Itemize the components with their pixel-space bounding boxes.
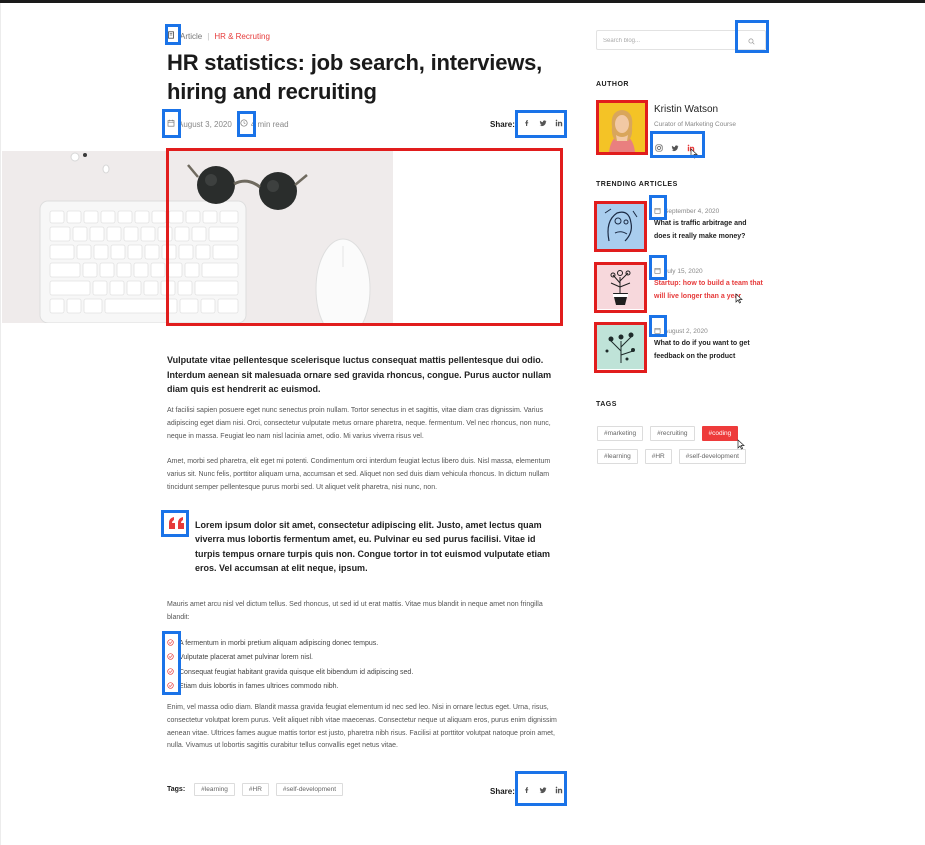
search-box xyxy=(596,30,766,50)
trending-title[interactable]: What to do if you want to get feedback o… xyxy=(654,338,764,363)
linkedin-icon[interactable] xyxy=(555,786,563,796)
window-top-bar xyxy=(0,0,925,3)
cursor-icon xyxy=(735,293,743,304)
list-item: A fermentum in morbi pretium aliquam adi… xyxy=(167,636,413,651)
article-date-text: August 3, 2020 xyxy=(178,119,232,129)
cursor-icon xyxy=(737,439,745,450)
calendar-icon xyxy=(167,119,175,129)
search-button[interactable] xyxy=(745,35,757,47)
tags-label: Tags: xyxy=(167,786,186,793)
calendar-icon xyxy=(654,327,661,336)
trending-date-text: July 15, 2020 xyxy=(664,268,703,275)
article-tags: Tags: #learning #HR #self-development xyxy=(167,783,344,796)
author-avatar[interactable] xyxy=(599,103,645,152)
instagram-icon[interactable] xyxy=(655,139,663,157)
author-heading: AUTHOR xyxy=(596,81,629,88)
article-meta: August 3, 2020 4 min read xyxy=(167,119,297,129)
trending-date: August 2, 2020 xyxy=(654,327,708,336)
tag-learning[interactable]: #learning xyxy=(194,783,235,796)
breadcrumb-type[interactable]: Article xyxy=(180,32,202,41)
trending-date-text: September 4, 2020 xyxy=(664,208,720,215)
facebook-icon[interactable] xyxy=(523,119,531,129)
search-icon xyxy=(748,32,755,50)
check-circle-icon xyxy=(167,682,174,691)
twitter-icon[interactable] xyxy=(671,139,679,157)
check-circle-icon xyxy=(167,653,174,662)
trending-thumbnail[interactable] xyxy=(597,263,644,309)
author-social-links xyxy=(655,139,695,157)
search-input[interactable] xyxy=(603,35,728,47)
list-item-text: A fermentum in morbi pretium aliquam adi… xyxy=(179,639,379,647)
cursor-icon xyxy=(690,148,698,159)
list-item: Etiam duis lobortis in fames ultrices co… xyxy=(167,680,413,695)
trending-thumbnail[interactable] xyxy=(597,203,644,249)
twitter-icon[interactable] xyxy=(539,786,547,796)
trending-thumbnail[interactable] xyxy=(597,323,644,369)
keyboard-illustration xyxy=(39,200,247,323)
tag-learning[interactable]: #learning xyxy=(597,449,638,464)
article-checklist: A fermentum in morbi pretium aliquam adi… xyxy=(167,636,413,694)
list-item-text: Vulputate placerat amet pulvinar lorem n… xyxy=(179,654,313,662)
calendar-icon xyxy=(654,267,661,276)
tag-hr[interactable]: #HR xyxy=(644,449,672,464)
article-icon xyxy=(167,31,175,41)
article-read-time: 4 min read xyxy=(240,119,289,129)
trending-date-text: August 2, 2020 xyxy=(664,328,708,335)
check-circle-icon xyxy=(167,639,174,648)
facebook-icon[interactable] xyxy=(523,786,531,796)
article-paragraph-3: Mauris amet arcu nisl vel dictum tellus.… xyxy=(167,601,543,621)
trending-title[interactable]: Startup: how to build a team that will l… xyxy=(654,278,764,303)
article-hero-image xyxy=(2,151,393,323)
breadcrumb-separator: | xyxy=(207,31,210,41)
quote-icon xyxy=(167,516,187,530)
page-left-border xyxy=(0,3,1,845)
article-paragraph-4: Enim, vel massa odio diam. Blandit massa… xyxy=(167,704,557,750)
article-paragraph-1: At facilisi sapien posuere eget nunc sen… xyxy=(167,407,551,440)
tag-coding[interactable]: #coding xyxy=(701,426,739,441)
article-lead: Vulputate vitae pellentesque scelerisque… xyxy=(167,355,552,394)
article-paragraph-2: Amet, morbi sed pharetra, elit eget mi p… xyxy=(167,458,551,491)
tag-hr[interactable]: #HR xyxy=(241,783,269,796)
author-role: Curator of Marketing Course xyxy=(654,121,737,128)
share-bar-top: Share: xyxy=(490,119,563,129)
article-title: HR statistics: job search, interviews, h… xyxy=(167,50,543,104)
tag-self-development[interactable]: #self-development xyxy=(275,783,344,796)
calendar-icon xyxy=(654,207,661,216)
tag-marketing[interactable]: #marketing xyxy=(597,426,644,441)
trending-title[interactable]: What is traffic arbitrage and does it re… xyxy=(654,218,764,243)
linkedin-icon[interactable] xyxy=(555,119,563,129)
clock-icon xyxy=(240,119,248,129)
read-time-text: 4 min read xyxy=(250,119,289,129)
share-label: Share: xyxy=(490,119,515,129)
breadcrumb-category[interactable]: HR & Recruting xyxy=(214,32,270,41)
check-circle-icon xyxy=(167,668,174,677)
article-date: August 3, 2020 xyxy=(167,119,232,129)
list-item: Consequat feugiat habitant gravida quisq… xyxy=(167,665,413,680)
tag-self-development[interactable]: #self-development xyxy=(678,449,746,464)
share-bar-bottom: Share: xyxy=(490,786,563,796)
list-item: Vulputate placerat amet pulvinar lorem n… xyxy=(167,651,413,666)
breadcrumb: Article | HR & Recruting xyxy=(167,31,270,41)
author-name[interactable]: Kristin Watson xyxy=(654,104,718,115)
twitter-icon[interactable] xyxy=(539,119,547,129)
trending-date: September 4, 2020 xyxy=(654,207,719,216)
list-item-text: Consequat feugiat habitant gravida quisq… xyxy=(179,668,414,676)
list-item-text: Etiam duis lobortis in fames ultrices co… xyxy=(179,683,339,691)
article-blockquote: Lorem ipsum dolor sit amet, consectetur … xyxy=(195,520,551,574)
tags-heading: TAGS xyxy=(596,401,617,408)
tag-recruiting[interactable]: #recruiting xyxy=(650,426,695,441)
share-label: Share: xyxy=(490,786,515,796)
trending-date: July 15, 2020 xyxy=(654,267,703,276)
trending-heading: TRENDING ARTICLES xyxy=(596,181,678,188)
